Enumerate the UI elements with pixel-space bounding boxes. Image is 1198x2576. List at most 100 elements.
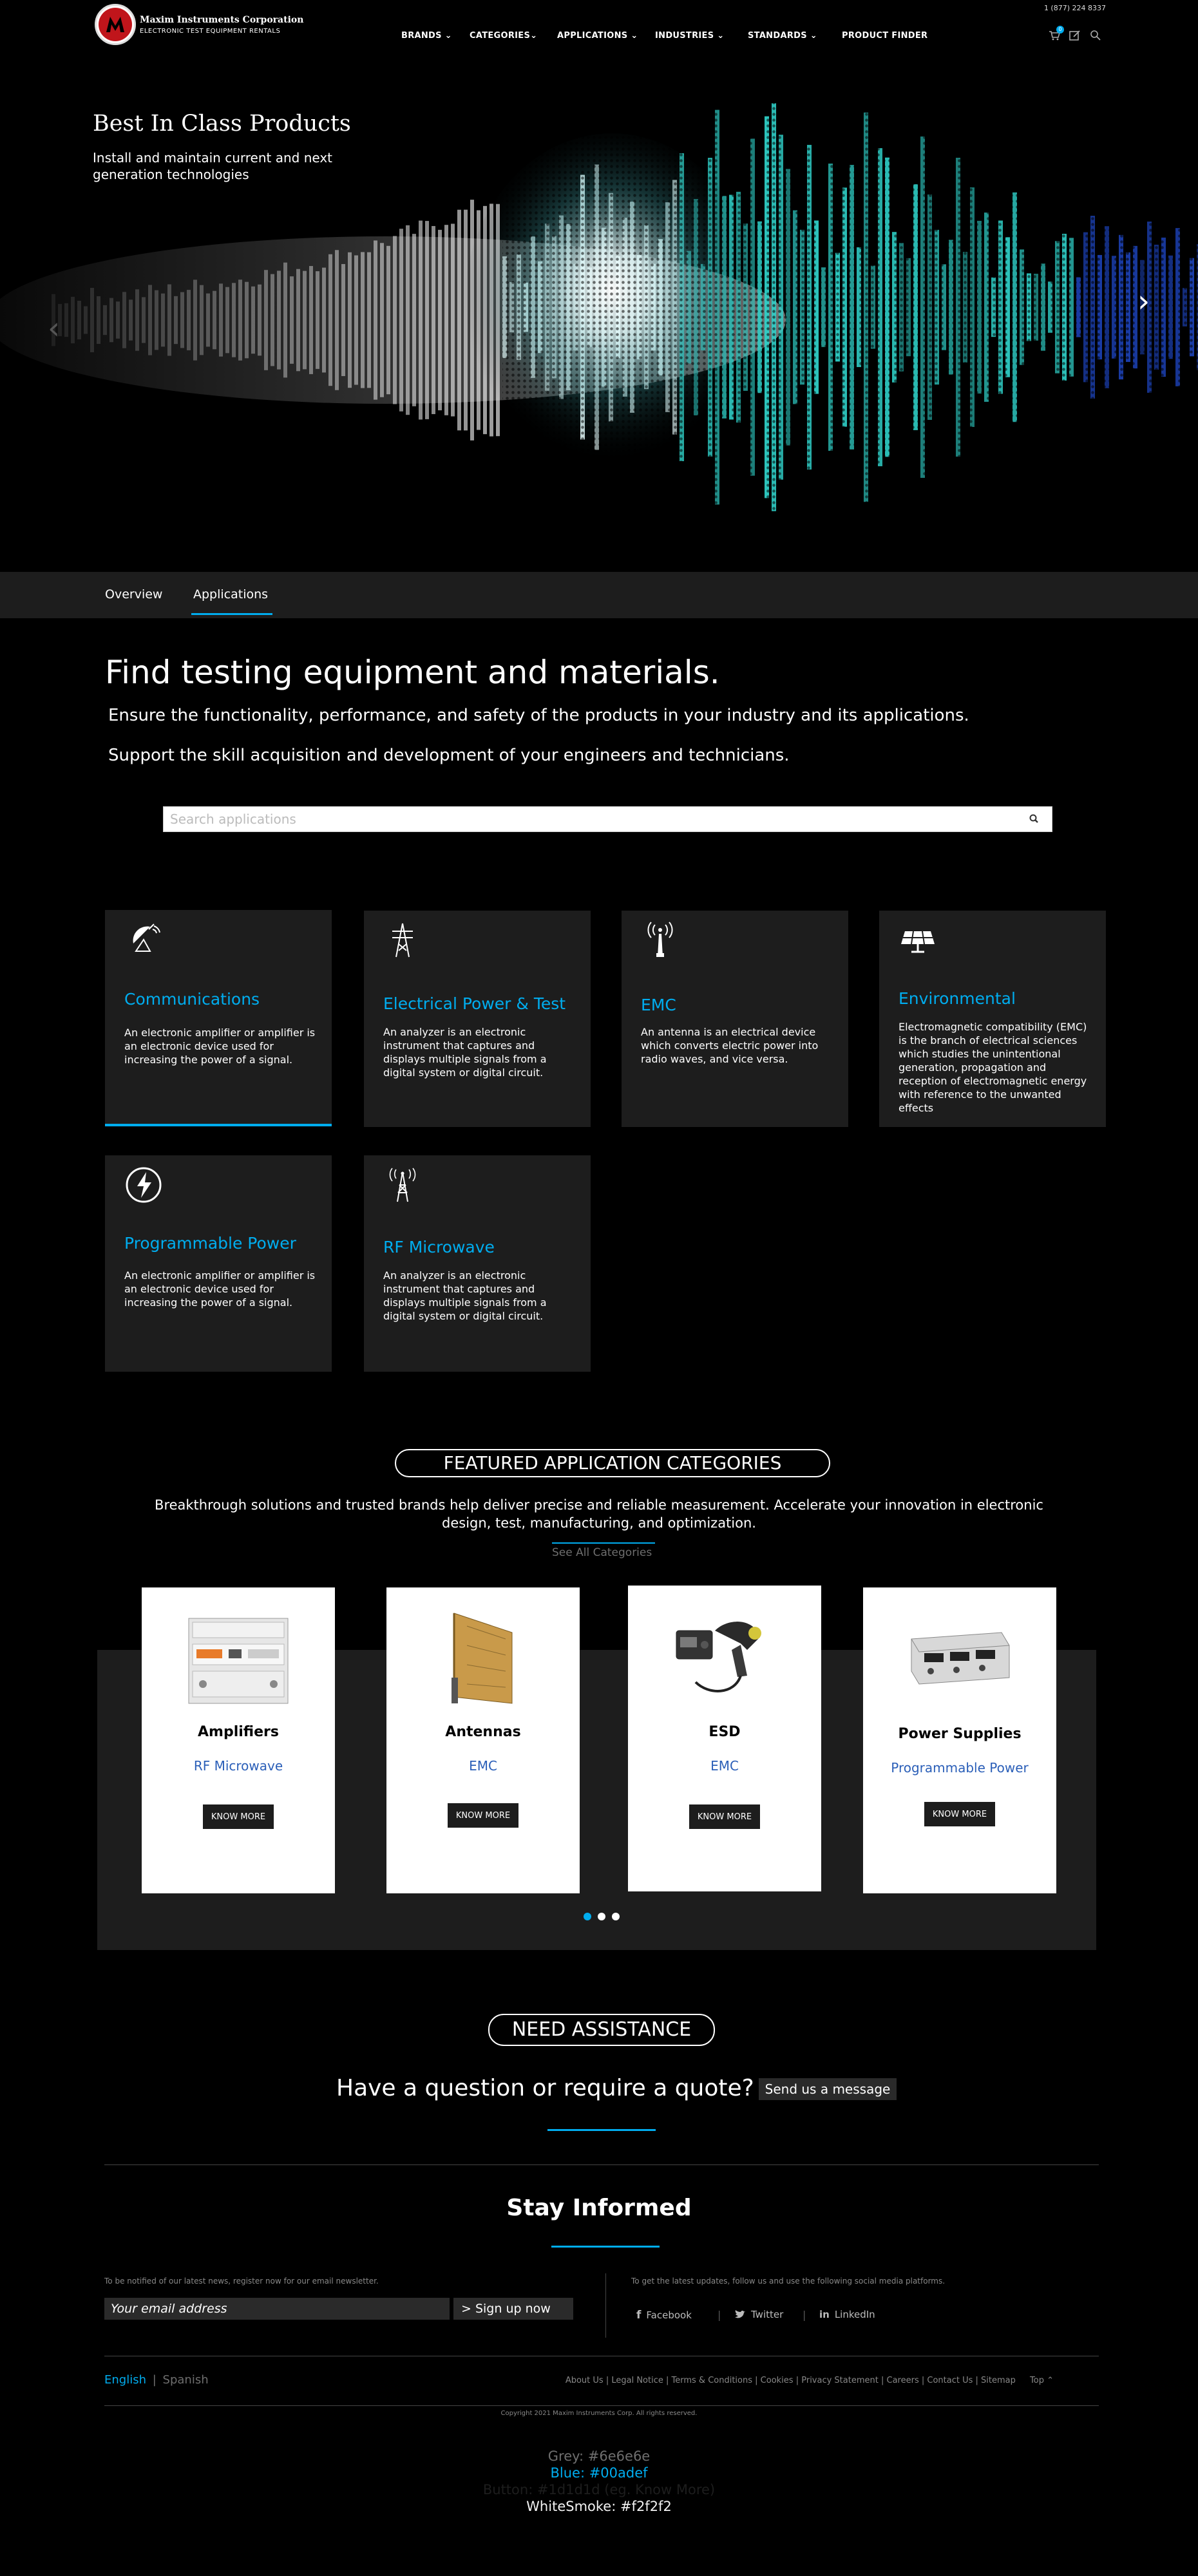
social-facebook-link[interactable]: f Facebook — [636, 2309, 692, 2322]
amplifier-product-image — [188, 1618, 289, 1704]
application-card-title: Communications — [124, 990, 260, 1009]
hero-title: Best In Class Products — [93, 111, 351, 137]
assistance-divider — [547, 2129, 656, 2131]
email-field[interactable] — [104, 2298, 450, 2320]
product-category-link[interactable]: EMC — [628, 1758, 821, 1774]
header-icons: 0 — [1049, 26, 1101, 41]
footer-link-privacy[interactable]: Privacy Statement — [801, 2376, 879, 2385]
copyright-text: Copyright 2021 Maxim Instruments Corp. A… — [500, 2410, 698, 2417]
section-divider — [104, 2164, 1099, 2165]
application-card-text: An antenna is an electrical device which… — [641, 1026, 819, 1065]
footer-link-terms[interactable]: Terms & Conditions — [672, 2376, 753, 2385]
search-input[interactable] — [164, 807, 1001, 831]
newsletter-vertical-divider — [605, 2273, 606, 2338]
antenna-product-image — [452, 1613, 513, 1704]
know-more-button[interactable]: KNOW MORE — [203, 1804, 274, 1829]
footer-link-cookies[interactable]: Cookies — [761, 2376, 794, 2385]
application-card-title: Electrical Power & Test — [383, 994, 566, 1013]
nav-applications[interactable]: APPLICATIONS ⌄ — [557, 31, 655, 41]
top-bar: 1 (877) 224 8337 Maxim Instruments Corpo… — [0, 0, 1198, 59]
footer-link-sitemap[interactable]: Sitemap — [981, 2376, 1016, 2385]
product-card-amplifiers[interactable]: Amplifiers RF Microwave KNOW MORE — [142, 1587, 335, 1893]
footer-link-about-us[interactable]: About Us — [566, 2376, 604, 2385]
product-category-link[interactable]: Programmable Power — [863, 1760, 1056, 1776]
product-category-link[interactable]: RF Microwave — [142, 1758, 335, 1774]
footer-link-careers[interactable]: Careers — [887, 2376, 919, 2385]
product-name: ESD — [708, 1724, 741, 1740]
footer-link-contact-us[interactable]: Contact Us — [927, 2376, 973, 2385]
lang-english[interactable]: English — [104, 2373, 146, 2387]
carousel-next-arrow-icon[interactable]: › — [1137, 283, 1150, 319]
swatch-button: Button: #1d1d1d (eg. Know More) — [482, 2482, 716, 2497]
newsletter-divider — [551, 2246, 660, 2248]
application-card-title: Programmable Power — [124, 1234, 296, 1253]
application-card-programmable-power[interactable]: Programmable Power An electronic amplifi… — [105, 1155, 332, 1372]
nav-industries[interactable]: INDUSTRIES ⌄ — [655, 31, 748, 41]
sign-up-button[interactable]: > Sign up now — [453, 2298, 573, 2320]
product-card-power-supplies[interactable]: Power Supplies Programmable Power KNOW M… — [863, 1587, 1056, 1893]
social-label: Twitter — [751, 2309, 784, 2320]
footer-link-legal-notice[interactable]: Legal Notice — [611, 2376, 663, 2385]
application-card-title: EMC — [641, 996, 676, 1014]
twitter-icon — [735, 2310, 745, 2318]
know-more-button[interactable]: KNOW MORE — [448, 1803, 518, 1828]
intro-line-1: Ensure the functionality, performance, a… — [108, 706, 969, 725]
product-name: Antennas — [445, 1724, 521, 1740]
search-icon[interactable] — [1029, 813, 1040, 825]
application-card-electrical-power[interactable]: Electrical Power & Test An analyzer is a… — [364, 911, 591, 1127]
social-twitter-link[interactable]: Twitter — [734, 2309, 783, 2320]
product-card-esd[interactable]: ESD EMC KNOW MORE — [628, 1586, 821, 1891]
nav-product-finder[interactable]: PRODUCT FINDER — [842, 31, 927, 41]
product-category-link[interactable]: EMC — [386, 1758, 580, 1774]
application-card-communications[interactable]: Communications An electronic amplifier o… — [105, 910, 332, 1126]
back-to-top-link[interactable]: Top ⌃ — [1030, 2376, 1054, 2385]
chevron-up-icon: ⌃ — [1047, 2376, 1054, 2385]
search-icon[interactable] — [1090, 30, 1101, 41]
active-tab-indicator — [191, 613, 272, 615]
carousel-prev-arrow-icon[interactable]: ‹ — [48, 310, 60, 346]
social-label: Facebook — [646, 2309, 692, 2321]
application-card-environmental[interactable]: Environmental Electromagnetic compatibil… — [879, 911, 1106, 1127]
esd-gun-product-image — [676, 1622, 761, 1692]
tab-overview[interactable]: Overview — [105, 587, 162, 601]
social-linkedin-link[interactable]: in LinkedIn — [819, 2309, 875, 2320]
carousel-dot-1[interactable] — [584, 1913, 591, 1920]
newsletter-title: Stay Informed — [506, 2195, 692, 2221]
rf-tower-icon — [389, 1168, 416, 1202]
application-card-text: An analyzer is an electronic instrument … — [383, 1269, 547, 1322]
lang-spanish[interactable]: Spanish — [163, 2373, 209, 2387]
carousel-dot-3[interactable] — [612, 1913, 620, 1920]
know-more-button[interactable]: KNOW MORE — [689, 1804, 760, 1829]
nav-brands[interactable]: BRANDS ⌄ — [401, 31, 470, 41]
quote-icon[interactable] — [1069, 30, 1081, 41]
lightning-icon — [126, 1167, 162, 1203]
swatch-whitesmoke: WhiteSmoke: #f2f2f2 — [526, 2499, 672, 2514]
application-card-text: An electronic amplifier or amplifier is … — [124, 1269, 316, 1309]
see-all-categories-link[interactable]: See All Categories — [552, 1546, 652, 1559]
footer-divider-bottom — [104, 2405, 1099, 2406]
chevron-down-icon: ⌄ — [810, 31, 817, 41]
assistance-heading: NEED ASSISTANCE — [488, 2014, 715, 2046]
tab-applications[interactable]: Applications — [193, 587, 268, 601]
application-card-rf-microwave[interactable]: RF Microwave An analyzer is an electroni… — [364, 1155, 591, 1372]
footer-links: About Us | Legal Notice | Terms & Condit… — [565, 2376, 1054, 2385]
facebook-icon: f — [636, 2309, 642, 2322]
product-card-antennas[interactable]: Antennas EMC KNOW MORE — [386, 1587, 580, 1893]
application-card-title: Environmental — [898, 989, 1016, 1008]
know-more-button[interactable]: KNOW MORE — [924, 1802, 995, 1826]
cart-icon[interactable]: 0 — [1049, 26, 1064, 41]
main-nav: BRANDS ⌄ CATEGORIES⌄ APPLICATIONS ⌄ INDU… — [401, 31, 927, 41]
swatch-blue: Blue: #00adef — [550, 2465, 648, 2481]
application-card-emc[interactable]: EMC An antenna is an electrical device w… — [622, 911, 848, 1127]
swatch-grey: Grey: #6e6e6e — [547, 2448, 651, 2464]
nav-categories[interactable]: CATEGORIES⌄ — [470, 31, 557, 41]
lang-separator: | — [152, 2373, 157, 2387]
phone-number[interactable]: 1 (877) 224 8337 — [1044, 4, 1106, 12]
carousel-dot-2[interactable] — [598, 1913, 605, 1920]
chevron-down-icon: ⌄ — [717, 31, 725, 41]
carousel-pagination — [584, 1913, 620, 1920]
nav-standards[interactable]: STANDARDS ⌄ — [748, 31, 842, 41]
site-logo[interactable]: Maxim Instruments Corporation ELECTRONIC… — [95, 4, 303, 45]
chevron-down-icon: ⌄ — [530, 31, 538, 41]
send-message-button[interactable]: Send us a message — [759, 2078, 897, 2100]
